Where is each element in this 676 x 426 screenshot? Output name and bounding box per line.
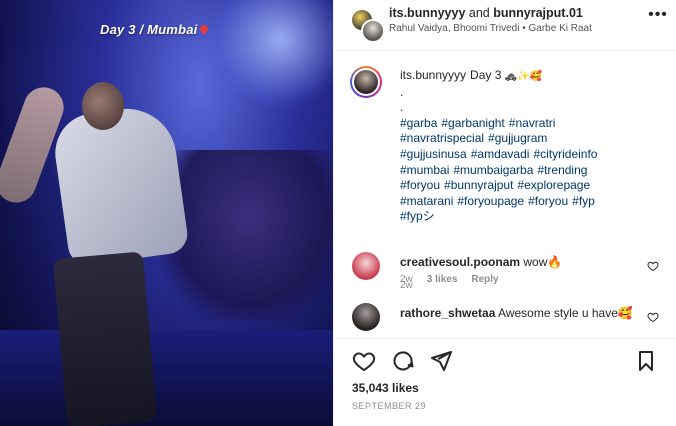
bookmark-icon[interactable] <box>634 349 658 373</box>
hashtag-link[interactable]: #trending <box>537 163 587 177</box>
hashtag-link[interactable]: #bunnyrajput <box>444 178 513 192</box>
post-media[interactable]: Day 3 / Mumbai <box>0 0 333 426</box>
hashtag-link[interactable]: #mumbai <box>400 163 449 177</box>
comment-time[interactable]: 2w <box>400 274 413 285</box>
smiling-hearts-emoji: 🥰 <box>529 71 543 82</box>
hashtag-link[interactable]: #fyp <box>572 194 595 208</box>
share-icon[interactable] <box>429 349 453 373</box>
hashtag-link[interactable]: #matarani <box>400 194 453 208</box>
hashtag-link[interactable]: #foryoupage <box>457 194 524 208</box>
media-caption: Day 3 / Mumbai <box>100 22 211 37</box>
hashtag-link[interactable]: #fypシ <box>400 209 435 223</box>
police-car-emoji: 🚓 <box>504 71 518 82</box>
dancer-head <box>82 82 124 130</box>
comment-text: rathore_shwetaa Awesome style u have🥰 <box>400 305 635 321</box>
avatar[interactable] <box>352 252 380 280</box>
more-icon[interactable]: ••• <box>647 7 669 23</box>
dancer-shirt <box>50 102 190 268</box>
author-link[interactable]: its.bunnyyyy <box>389 6 465 20</box>
comment-meta: 2w 3 likes Reply <box>400 274 513 285</box>
hashtag-link[interactable]: #amdavadi <box>471 147 530 161</box>
post-panel: its.bunnyyyy and bunnyrajput.01 Rahul Va… <box>333 0 676 426</box>
comment-username[interactable]: creativesoul.poonam <box>400 255 520 269</box>
avatar[interactable] <box>352 303 380 331</box>
heart-icon[interactable] <box>647 311 659 323</box>
hashtag-link[interactable]: #navratri <box>509 116 556 130</box>
instagram-post-modal: Day 3 / Mumbai its.bunnyyyy and bunnyraj… <box>0 0 676 426</box>
dancer-pants <box>52 251 158 426</box>
hashtag-link[interactable]: #explorepage <box>517 178 590 192</box>
stage-floor <box>0 330 333 426</box>
hashtag-link[interactable]: #gujjugram <box>488 131 547 145</box>
comment-icon[interactable] <box>391 349 415 373</box>
comment-text: creativesoul.poonam wow🔥 <box>400 254 635 270</box>
likes-count[interactable]: 35,043 likes <box>352 381 419 395</box>
caption-dot: . <box>400 100 404 115</box>
collaborator-link[interactable]: bunnyrajput.01 <box>493 6 583 20</box>
stage-light <box>210 0 333 110</box>
post-date: SEPTEMBER 29 <box>352 401 427 411</box>
reply-button[interactable]: Reply <box>471 274 498 285</box>
media-caption-text: Day 3 / Mumbai <box>100 22 198 37</box>
hashtag-link[interactable]: #garba <box>400 116 437 130</box>
avatar[interactable] <box>361 19 385 43</box>
hashtag-link[interactable]: #garbanight <box>441 116 504 130</box>
heart-icon[interactable] <box>647 260 659 272</box>
comment-username[interactable]: rathore_shwetaa <box>400 306 495 320</box>
sparkles-emoji: ✨ <box>517 71 530 82</box>
collab-names: its.bunnyyyy and bunnyrajput.01 <box>389 6 583 20</box>
caption-body: its.bunnyyyy Day 3 🚓✨🥰 . . #garba #garbani… <box>400 68 665 225</box>
avatar[interactable] <box>350 66 382 98</box>
hashtag-link[interactable]: #gujjusinusa <box>400 147 467 161</box>
hashtag-link[interactable]: #mumbaigarba <box>453 163 533 177</box>
collab-avatars[interactable] <box>350 8 385 43</box>
comment-likes[interactable]: 3 likes <box>427 274 458 285</box>
audio-link[interactable]: Rahul Vaidya, Bhoomi Trivedi • Garbe Ki … <box>389 22 629 35</box>
heart-icon[interactable] <box>352 349 376 373</box>
post-header: its.bunnyyyy and bunnyrajput.01 Rahul Va… <box>334 0 676 51</box>
comment-body: Awesome style u have🥰 <box>498 306 633 320</box>
and-text: and <box>468 6 490 20</box>
caption-dot: . <box>400 84 404 99</box>
hashtag-link[interactable]: #cityrideinfo <box>533 147 597 161</box>
hashtag-link[interactable]: #foryou <box>400 178 440 192</box>
caption-username[interactable]: its.bunnyyyy <box>400 68 466 82</box>
comment-body: wow🔥 <box>523 255 563 269</box>
location-pin-icon <box>198 23 211 35</box>
caption-text: Day 3 <box>470 68 502 82</box>
hashtag-link[interactable]: #navratrispecial <box>400 131 484 145</box>
hashtag-link[interactable]: #foryou <box>528 194 568 208</box>
post-actions <box>334 338 676 381</box>
